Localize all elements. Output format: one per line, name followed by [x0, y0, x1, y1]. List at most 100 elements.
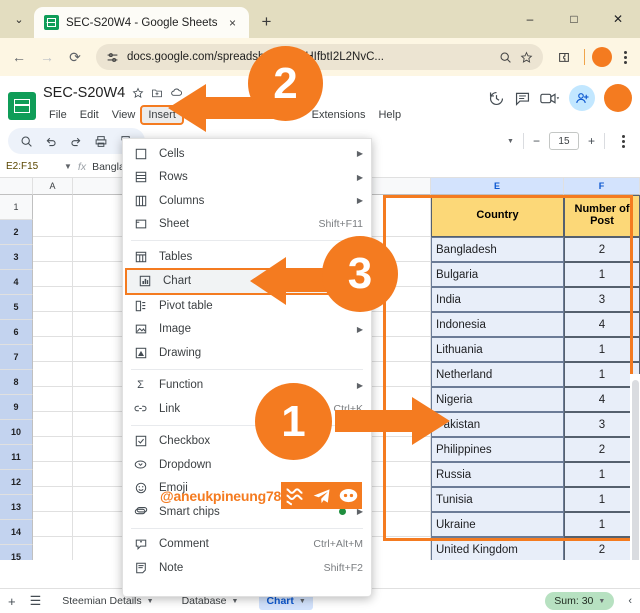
window-close-icon[interactable]: ✕	[596, 0, 640, 38]
row-header-9[interactable]: 9	[0, 395, 33, 420]
tab-search-chevron-icon[interactable]: ⌄	[4, 0, 34, 38]
comment-icon[interactable]	[514, 90, 531, 107]
row-header-4[interactable]: 4	[0, 270, 33, 295]
row-header-2[interactable]: 2	[0, 220, 33, 245]
cell-e1-country-header[interactable]: Country	[431, 195, 564, 237]
menu-item-rows[interactable]: Rows ▶	[123, 166, 371, 190]
name-box[interactable]: E2:F15	[6, 161, 64, 172]
column-header-e[interactable]: E	[431, 178, 564, 195]
cell-f2-posts[interactable]: 2	[564, 237, 640, 262]
close-icon[interactable]: ×	[225, 15, 241, 31]
scrollbar-thumb[interactable]	[632, 380, 639, 560]
menu-item-cells[interactable]: Cells ▶	[123, 142, 371, 166]
cell-f12-posts[interactable]: 1	[564, 487, 640, 512]
row-header-13[interactable]: 13	[0, 495, 33, 520]
redo-icon[interactable]	[69, 135, 83, 148]
undo-icon[interactable]	[44, 135, 58, 148]
user-avatar[interactable]	[604, 84, 632, 112]
chevron-down-icon[interactable]: ▼	[507, 138, 514, 145]
zoom-icon[interactable]	[499, 51, 512, 64]
all-sheets-button[interactable]: ☰	[30, 593, 42, 609]
cell-e5-country[interactable]: Indonesia	[431, 312, 564, 337]
chevron-down-icon[interactable]: ▼	[299, 598, 306, 605]
cell-e9-country[interactable]: Pakistan	[431, 412, 564, 437]
cell-f14-posts[interactable]: 2	[564, 537, 640, 560]
cell-a3[interactable]	[33, 262, 73, 287]
menu-extensions[interactable]: Extensions	[306, 107, 372, 123]
browser-tab[interactable]: SEC-S20W4 - Google Sheets ×	[34, 7, 249, 38]
collapse-panel-icon[interactable]: ‹	[628, 595, 632, 607]
column-header-a[interactable]: A	[33, 178, 73, 195]
cell-e10-country[interactable]: Philippines	[431, 437, 564, 462]
vertical-scrollbar[interactable]: ▲ ▼	[630, 374, 640, 560]
back-icon[interactable]: ←	[6, 44, 32, 70]
menu-item-sheet[interactable]: Sheet Shift+F11	[123, 213, 371, 237]
maximize-icon[interactable]: □	[552, 0, 596, 38]
menu-file[interactable]: File	[43, 107, 73, 123]
reload-icon[interactable]: ⟳	[62, 44, 88, 70]
bookmark-star-icon[interactable]	[520, 51, 533, 64]
cell-a14[interactable]	[33, 537, 73, 560]
menu-item-columns[interactable]: Columns ▶	[123, 189, 371, 213]
chevron-down-icon[interactable]: ▼	[232, 598, 239, 605]
cell-e14-country[interactable]: United Kingdom	[431, 537, 564, 560]
print-icon[interactable]	[94, 135, 108, 148]
cell-f8-posts[interactable]: 4	[564, 387, 640, 412]
row-header-7[interactable]: 7	[0, 345, 33, 370]
document-title[interactable]: SEC-S20W4	[43, 85, 125, 101]
cell-e13-country[interactable]: Ukraine	[431, 512, 564, 537]
select-all-corner[interactable]	[0, 178, 33, 195]
cell-a11[interactable]	[33, 462, 73, 487]
cell-e7-country[interactable]: Netherland	[431, 362, 564, 387]
row-header-1[interactable]: 1	[0, 195, 33, 220]
site-settings-icon[interactable]	[106, 51, 119, 64]
profile-avatar[interactable]	[592, 47, 612, 67]
version-history-icon[interactable]	[488, 90, 505, 107]
extensions-icon[interactable]	[551, 44, 577, 70]
row-header-10[interactable]: 10	[0, 420, 33, 445]
menu-help[interactable]: Help	[372, 107, 407, 123]
cell-f5-posts[interactable]: 4	[564, 312, 640, 337]
new-tab-button[interactable]: +	[253, 8, 281, 36]
column-header-f[interactable]: F	[564, 178, 640, 195]
menu-view[interactable]: View	[106, 107, 142, 123]
chevron-down-icon[interactable]: ▼	[147, 598, 154, 605]
menu-edit[interactable]: Edit	[74, 107, 105, 123]
star-icon[interactable]	[132, 86, 144, 99]
cell-a7[interactable]	[33, 362, 73, 387]
cell-a2[interactable]	[33, 237, 73, 262]
menu-item-note[interactable]: Note Shift+F2	[123, 556, 371, 580]
menu-item-image[interactable]: Image ▶	[123, 318, 371, 342]
increase-font-size-button[interactable]: +	[588, 134, 595, 148]
row-header-15[interactable]: 15	[0, 545, 33, 560]
sum-status-chip[interactable]: Sum: 30 ▼	[545, 592, 615, 610]
row-header-3[interactable]: 3	[0, 245, 33, 270]
meet-video-icon[interactable]	[540, 91, 560, 106]
cell-e12-country[interactable]: Tunisia	[431, 487, 564, 512]
cell-e3-country[interactable]: Bulgaria	[431, 262, 564, 287]
cell-e2-country[interactable]: Bangladesh	[431, 237, 564, 262]
cell-a8[interactable]	[33, 387, 73, 412]
decrease-font-size-button[interactable]: −	[533, 134, 540, 148]
cell-f1-posts-header[interactable]: Number of Post	[564, 195, 640, 237]
cell-e8-country[interactable]: Nigeria	[431, 387, 564, 412]
row-header-12[interactable]: 12	[0, 470, 33, 495]
row-header-14[interactable]: 14	[0, 520, 33, 545]
row-header-5[interactable]: 5	[0, 295, 33, 320]
row-header-11[interactable]: 11	[0, 445, 33, 470]
minimize-icon[interactable]: –	[508, 0, 552, 38]
cell-a12[interactable]	[33, 487, 73, 512]
cell-f11-posts[interactable]: 1	[564, 462, 640, 487]
cell-f13-posts[interactable]: 1	[564, 512, 640, 537]
search-icon[interactable]	[20, 135, 33, 148]
cell-f7-posts[interactable]: 1	[564, 362, 640, 387]
move-to-folder-icon[interactable]	[151, 87, 163, 99]
cell-a1[interactable]	[33, 195, 73, 237]
more-toolbar-icon[interactable]	[614, 134, 632, 148]
cell-f10-posts[interactable]: 2	[564, 437, 640, 462]
menu-item-comment[interactable]: Comment Ctrl+Alt+M	[123, 533, 371, 557]
cell-a9[interactable]	[33, 412, 73, 437]
font-size-input[interactable]: 15	[548, 132, 579, 150]
address-bar[interactable]: docs.google.com/spreadsheets/d/1HIfbtI2L…	[96, 44, 543, 70]
menu-item-drawing[interactable]: Drawing	[123, 341, 371, 365]
